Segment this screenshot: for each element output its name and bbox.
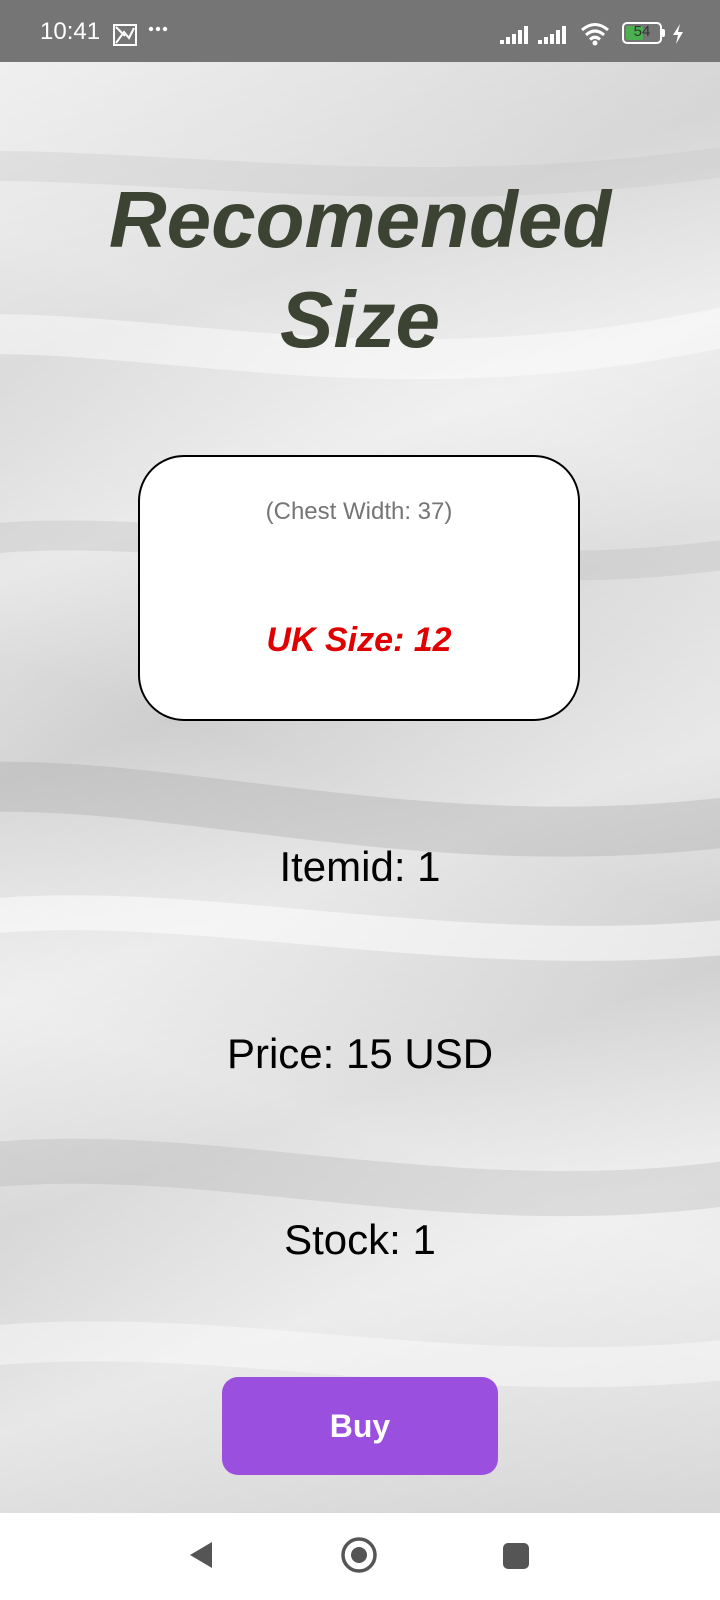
battery-level: 54 [633,23,651,40]
signal-icon [500,26,528,44]
more-dots-icon [148,26,168,32]
page-title-line1: Recomended [108,175,612,264]
status-time: 10:41 [40,18,101,45]
notification-icon [113,24,137,46]
charging-icon [673,24,683,44]
battery-icon: 54 [622,22,665,44]
size-card: (Chest Width: 37) UK Size: 12 [138,455,580,721]
home-icon[interactable] [340,1536,378,1574]
recents-icon[interactable] [503,1543,529,1569]
page-title: Recomended Size [0,170,720,370]
main-content: Recomended Size (Chest Width: 37) UK Siz… [0,62,720,1513]
price-label: Price: 15 USD [226,1030,494,1077]
stock-label: Stock: 1 [284,1216,436,1263]
navigation-bar [0,1513,720,1600]
back-icon[interactable] [188,1540,214,1570]
page-title-line2: Size [279,275,441,364]
chest-width-label: (Chest Width: 37) [265,498,453,525]
signal-icon [538,26,566,44]
battery-tip [662,29,665,37]
item-id-label: Itemid: 1 [279,843,441,890]
wifi-icon [581,23,609,46]
status-bar: 10:41 54 [0,0,720,62]
buy-button[interactable]: Buy [222,1377,498,1475]
uk-size-label: UK Size: 12 [266,621,452,659]
